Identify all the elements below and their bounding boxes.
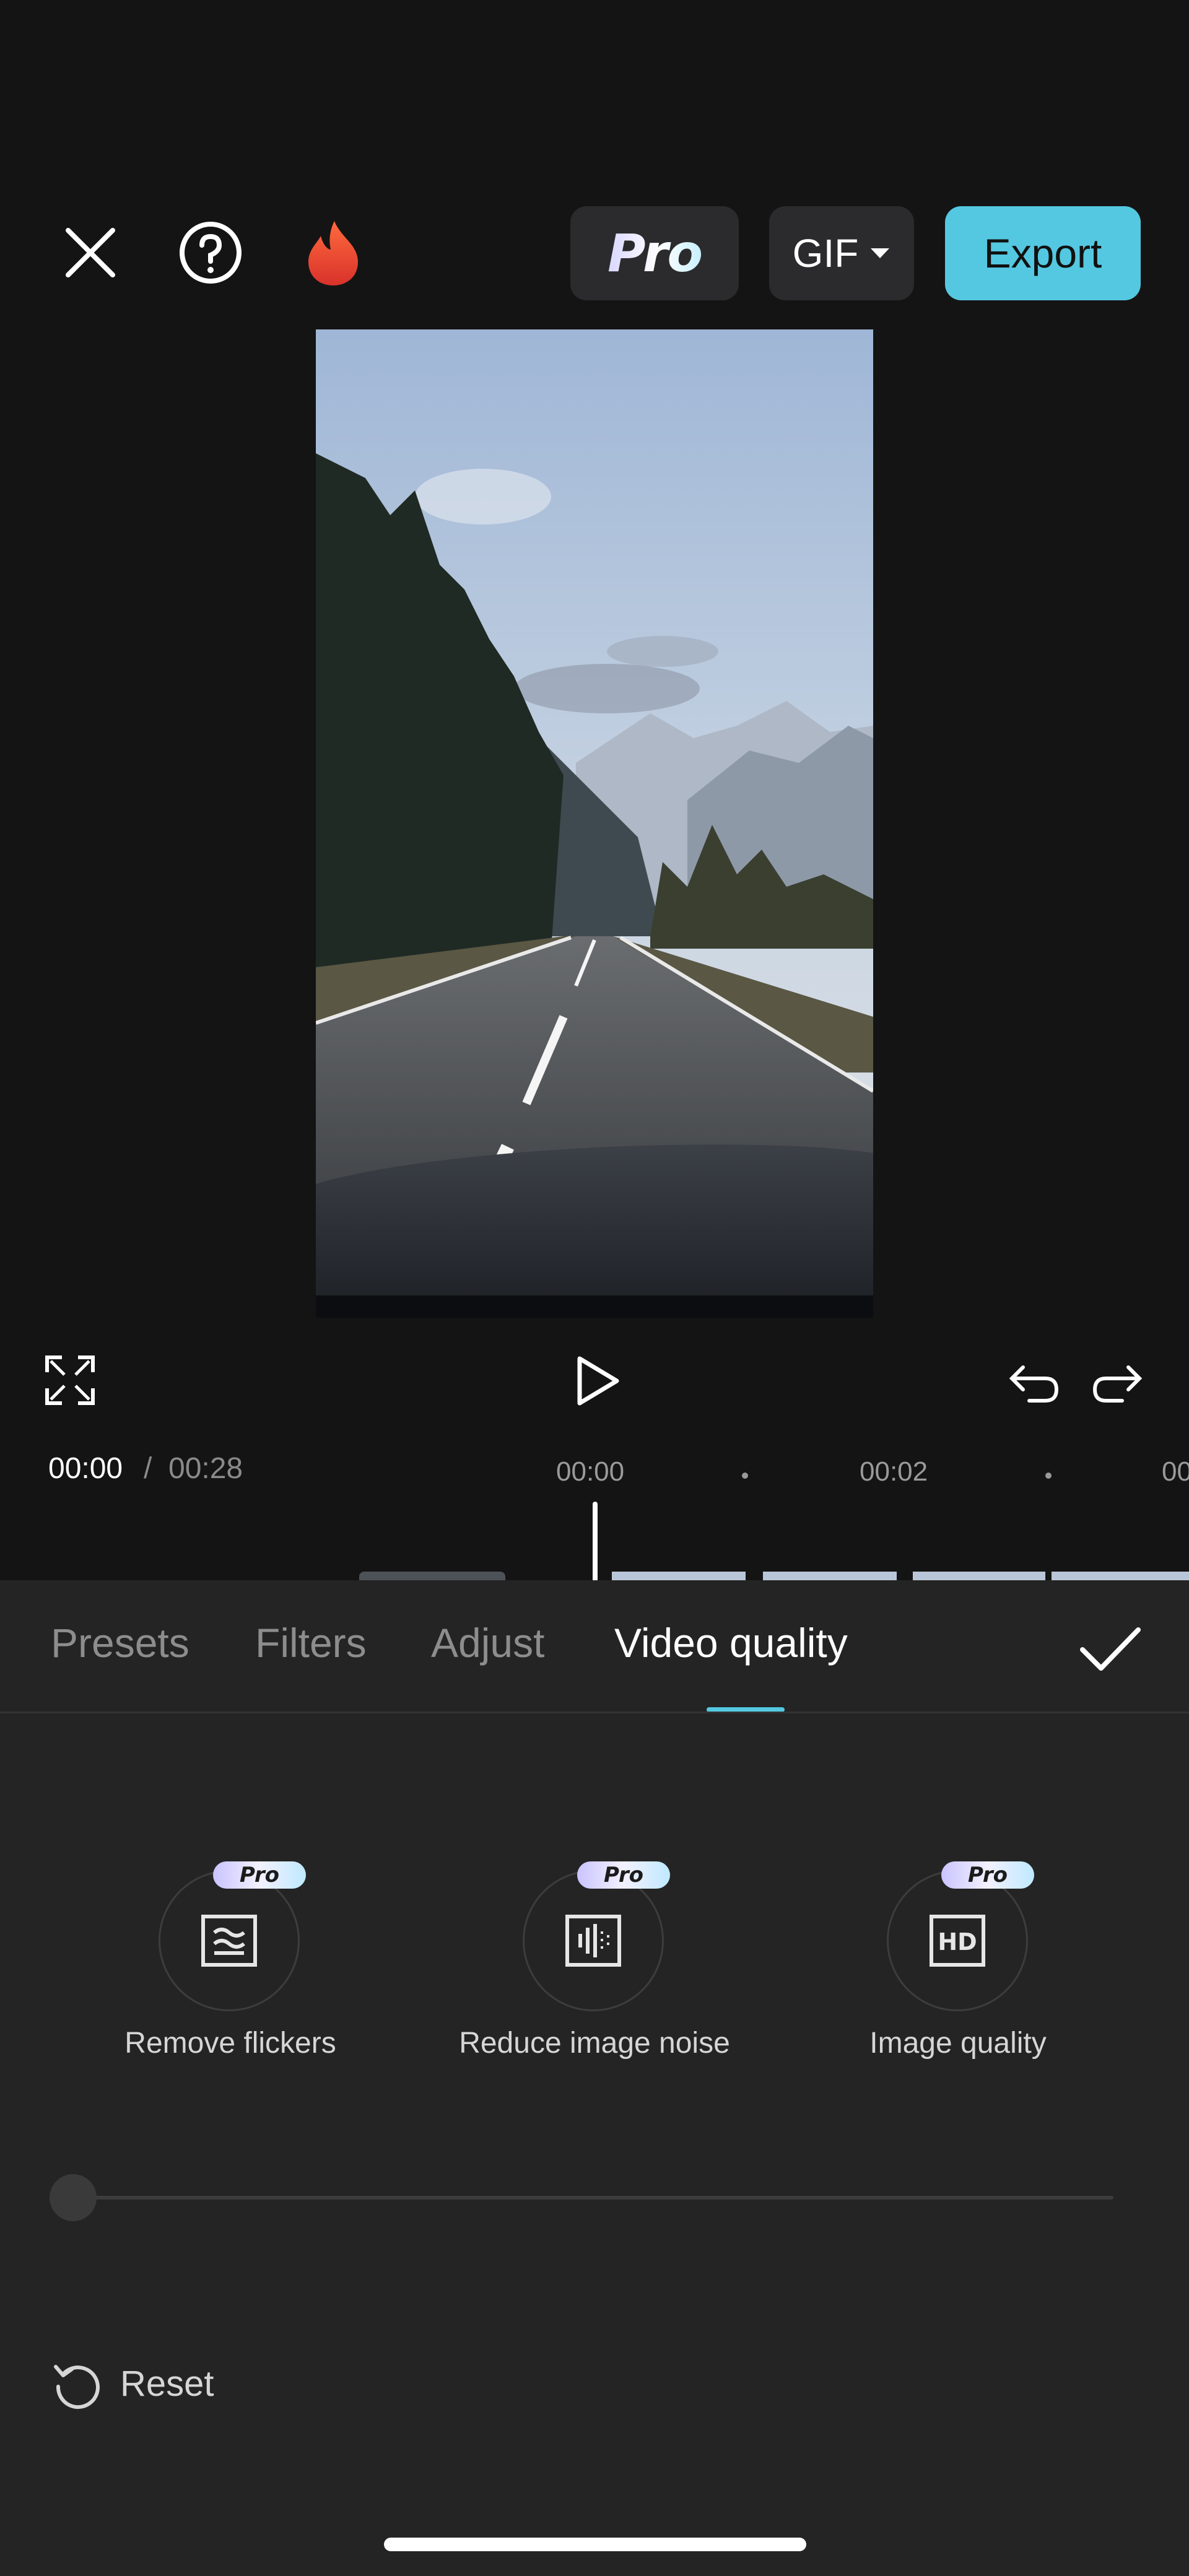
feature-label: Remove flickers [124,2027,336,2060]
video-preview[interactable] [316,329,873,1318]
intensity-slider-track[interactable] [73,2196,1113,2200]
adjust-panel [0,1580,1189,2576]
tab-adjust[interactable]: Adjust [431,1619,544,1666]
confirm-button[interactable] [1076,1621,1144,1677]
fullscreen-icon [45,1355,95,1405]
undo-button[interactable] [1001,1354,1060,1409]
reset-icon [54,2365,100,2409]
feature-icon-circle [523,1870,664,2011]
export-label: Export [983,230,1102,276]
playhead[interactable] [593,1502,598,1582]
video-frame-image [316,329,873,1318]
feature-label: Reduce image noise [459,2027,730,2060]
svg-text:HD: HD [938,1928,977,1956]
close-button[interactable] [54,217,126,289]
tick-dot [1045,1473,1052,1479]
pro-badge: Pro [577,1861,670,1889]
intensity-slider-handle[interactable] [50,2174,97,2221]
pro-badge: Pro [941,1861,1034,1889]
help-icon [180,222,242,284]
feature-reduce-image-noise[interactable]: Pro [523,1861,670,2011]
play-button[interactable] [568,1350,624,1412]
check-icon [1080,1627,1141,1671]
pro-label: Pro [607,223,703,284]
fire-icon [308,221,358,285]
feature-remove-flickers[interactable]: Pro [159,1861,306,2011]
feature-label: Image quality [869,2027,1047,2060]
tab-presets[interactable]: Presets [51,1619,189,1666]
format-dropdown[interactable]: GIF [769,206,914,300]
reset-label: Reset [120,2364,214,2404]
fullscreen-button[interactable] [41,1351,99,1409]
export-button[interactable]: Export [945,206,1141,300]
pro-badge: Pro [213,1861,306,1889]
flicker-icon [201,1915,257,1967]
close-icon [66,228,115,277]
tick-label: 00 [1162,1456,1189,1487]
format-label: GIF [792,231,859,276]
caret-down-icon [871,248,890,258]
undo-icon [1009,1365,1059,1403]
noise-icon [565,1915,621,1967]
feature-icon-circle: HD [887,1870,1028,2011]
tab-video-quality[interactable]: Video quality [614,1619,848,1666]
tab-filters[interactable]: Filters [255,1619,367,1666]
pro-button[interactable]: Pro [570,206,739,300]
tick-dot [742,1473,748,1479]
play-icon [577,1356,619,1406]
tick-label: 00:02 [860,1456,928,1487]
hd-icon: HD [930,1915,985,1967]
tab-divider [0,1712,1189,1713]
total-time: 00:28 [168,1452,243,1485]
home-indicator [384,2538,806,2551]
redo-icon [1092,1365,1143,1403]
feature-image-quality[interactable]: HD Pro [887,1861,1034,2011]
help-button[interactable] [175,217,246,289]
current-time: 00:00 [48,1452,123,1485]
time-separator: / [144,1452,152,1485]
redo-button[interactable] [1091,1354,1151,1409]
tick-label: 00:00 [556,1456,625,1487]
trending-button[interactable] [297,217,369,289]
feature-icon-circle [159,1870,300,2011]
